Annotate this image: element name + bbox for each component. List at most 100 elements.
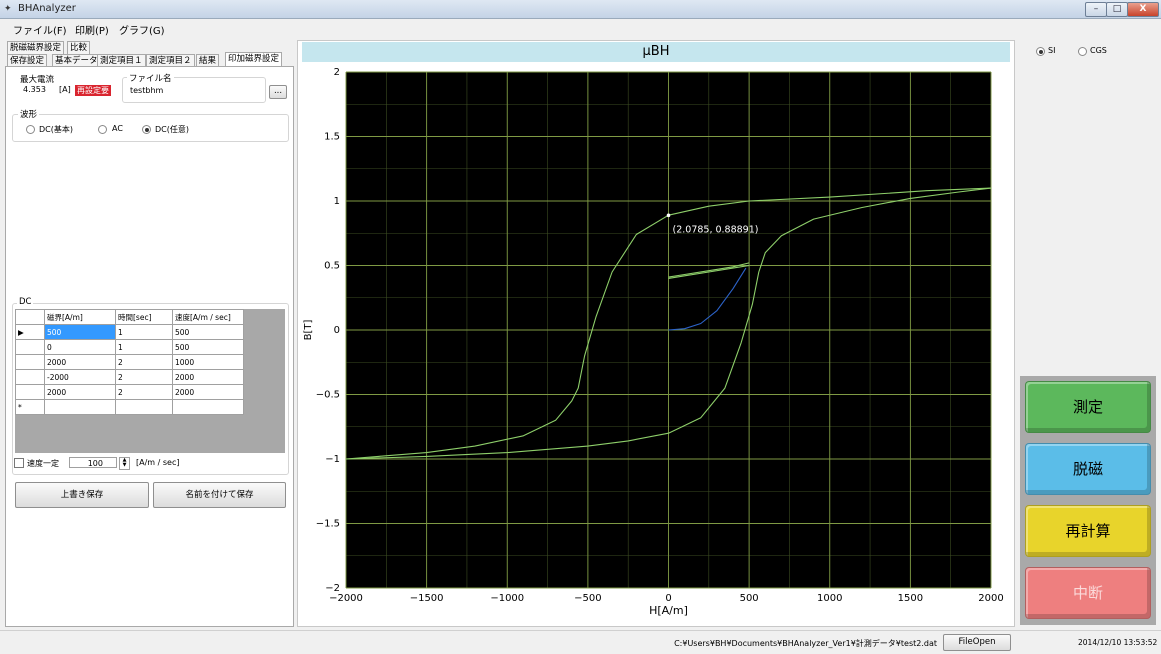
table-row[interactable]: 2000 2 2000 (15, 384, 244, 400)
reset-required-badge: 再設定要 (75, 85, 111, 96)
file-name-label: ファイル名 (127, 72, 174, 84)
radio-cgs-label: CGS (1090, 46, 1107, 55)
menu-graph[interactable]: グラフ(G) (119, 22, 165, 37)
table-cell[interactable]: 1000 (172, 354, 244, 370)
table-cell[interactable] (115, 399, 173, 415)
speed-input[interactable]: 100 (69, 457, 117, 468)
radio-si[interactable] (1036, 47, 1045, 56)
stop-button[interactable]: 中断 (1025, 567, 1151, 619)
y-tick-label: −1 (325, 454, 340, 465)
max-current-unit: [A] (59, 85, 71, 94)
recalc-button[interactable]: 再計算 (1025, 505, 1151, 557)
annotation-label: (2.0785, 0.88891) (673, 224, 759, 235)
table-cell[interactable]: 1 (115, 324, 173, 340)
browse-button[interactable]: ... (269, 85, 287, 99)
dc-col-field[interactable]: 磁界[A/m] (44, 309, 116, 325)
speed-spinner[interactable]: ▲ ▼ (119, 457, 130, 470)
overwrite-save-button[interactable]: 上書き保存 (15, 482, 149, 508)
radio-dc-basic[interactable] (26, 125, 35, 134)
x-tick-label: −500 (574, 593, 601, 604)
y-tick-label: 0.5 (324, 261, 340, 272)
status-bar: C:¥Users¥BH¥Documents¥BHAnalyzer_Ver1¥計測… (0, 630, 1161, 654)
x-tick-label: 1000 (817, 593, 842, 604)
table-row[interactable]: ▶ 500 1 500 (15, 324, 244, 340)
radio-dc-arbitrary-label: DC(任意) (155, 125, 189, 134)
dc-col-speed[interactable]: 速度[A/m / sec] (172, 309, 244, 325)
table-cell[interactable]: 2000 (44, 384, 116, 400)
y-tick-label: −2 (325, 583, 340, 594)
y-tick-label: 0 (334, 325, 340, 336)
table-cell[interactable]: 2 (115, 384, 173, 400)
y-tick-label: 1.5 (324, 132, 340, 143)
row-header-corner (15, 309, 45, 325)
tab-applied-field[interactable]: 印加磁界設定 (225, 52, 283, 67)
minimize-button[interactable]: – (1085, 2, 1107, 17)
speed-const-checkbox[interactable] (14, 458, 24, 468)
x-tick-label: 1500 (898, 593, 923, 604)
x-tick-label: −1000 (490, 593, 524, 604)
x-tick-label: 0 (665, 593, 671, 604)
table-cell[interactable]: 500 (172, 324, 244, 340)
waveform-label: 波形 (18, 108, 40, 120)
maximize-button[interactable]: □ (1106, 2, 1128, 17)
radio-dc-arbitrary[interactable] (142, 125, 151, 134)
speed-const-label: 速度一定 (27, 459, 59, 468)
table-cell[interactable] (172, 399, 244, 415)
demag-button[interactable]: 脱磁 (1025, 443, 1151, 495)
x-tick-label: 2000 (978, 593, 1003, 604)
menu-bar: ファイル(F) 印刷(P) グラフ(G) (0, 19, 1161, 37)
max-current-value: 4.353 (23, 85, 46, 94)
dc-header-row: 磁界[A/m] 時間[sec] 速度[A/m / sec] (15, 309, 244, 325)
table-cell[interactable]: 1 (115, 339, 173, 355)
x-tick-label: 500 (740, 593, 759, 604)
radio-cgs[interactable] (1078, 47, 1087, 56)
speed-unit: [A/m / sec] (136, 458, 180, 467)
title-bar: ✦ BHAnalyzer – □ X (0, 0, 1161, 19)
dc-label: DC (17, 297, 34, 307)
table-cell[interactable]: 2000 (172, 384, 244, 400)
menu-file[interactable]: ファイル(F) (13, 22, 67, 37)
y-tick-label: −1.5 (316, 519, 340, 530)
table-row[interactable]: 0 1 500 (15, 339, 244, 355)
x-tick-label: −2000 (329, 593, 363, 604)
current-row-marker: ▶ (15, 324, 45, 340)
y-tick-label: 1 (334, 196, 340, 207)
tab-demag-field[interactable]: 脱磁磁界設定 (7, 41, 65, 54)
y-tick-label: 2 (334, 67, 340, 78)
bh-chart[interactable]: −2000 −1500 −1000 −500 0 500 1000 1500 2000 2 1.5 1… (297, 62, 1013, 625)
table-cell[interactable]: -2000 (44, 369, 116, 385)
table-cell[interactable] (44, 399, 116, 415)
new-row-marker: * (15, 399, 45, 415)
table-row[interactable]: -2000 2 2000 (15, 369, 244, 385)
file-open-button[interactable]: FileOpen (943, 634, 1011, 651)
tab-compare[interactable]: 比較 (67, 41, 91, 54)
file-name-field[interactable]: testbhm (130, 86, 258, 95)
file-path: C:¥Users¥BH¥Documents¥BHAnalyzer_Ver1¥計測… (674, 639, 937, 648)
table-cell[interactable]: 500 (172, 339, 244, 355)
settings-panel: 最大電流 4.353 [A] 再設定要 ファイル名 testbhm ... 波形… (5, 66, 294, 627)
window-title: BHAnalyzer (18, 3, 76, 14)
save-as-button[interactable]: 名前を付けて保存 (153, 482, 286, 508)
menu-print[interactable]: 印刷(P) (75, 22, 109, 37)
radio-ac-label: AC (112, 124, 123, 133)
radio-si-label: SI (1048, 46, 1056, 55)
table-cell[interactable]: 2 (115, 354, 173, 370)
table-row[interactable]: 2000 2 1000 (15, 354, 244, 370)
dc-grid[interactable]: 磁界[A/m] 時間[sec] 速度[A/m / sec] ▶ 500 1 50… (15, 309, 285, 453)
app-icon: ✦ (4, 4, 12, 14)
y-tick-label: −0.5 (316, 390, 340, 401)
dc-col-time[interactable]: 時間[sec] (115, 309, 173, 325)
max-current-label: 最大電流 (20, 75, 55, 85)
annotation-point (666, 213, 671, 218)
table-cell[interactable]: 500 (44, 324, 116, 340)
table-cell[interactable]: 2000 (172, 369, 244, 385)
radio-ac[interactable] (98, 125, 107, 134)
new-table-row[interactable]: * (15, 399, 244, 415)
chart-title: μBH (302, 42, 1010, 62)
x-tick-label: −1500 (410, 593, 444, 604)
measure-button[interactable]: 測定 (1025, 381, 1151, 433)
table-cell[interactable]: 2 (115, 369, 173, 385)
close-button[interactable]: X (1127, 2, 1159, 17)
table-cell[interactable]: 2000 (44, 354, 116, 370)
table-cell[interactable]: 0 (44, 339, 116, 355)
